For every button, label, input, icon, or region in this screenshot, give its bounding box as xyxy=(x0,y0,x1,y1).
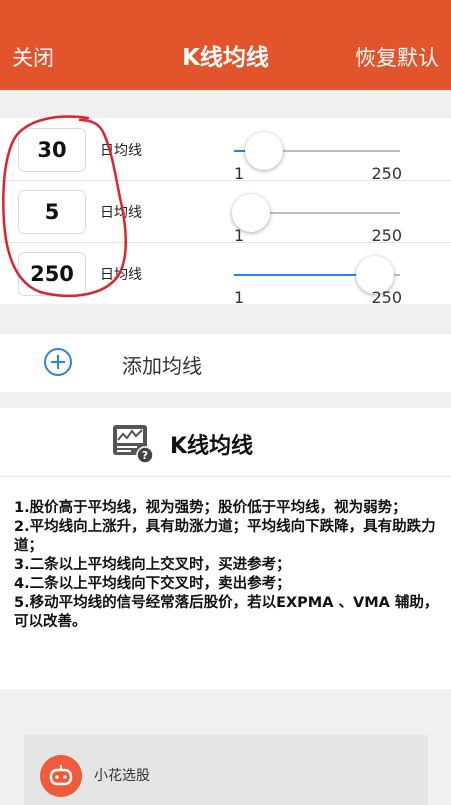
ma-slider[interactable]: 1 250 xyxy=(234,126,402,183)
ma-days-input[interactable]: 5 xyxy=(18,190,86,234)
info-header: ? K线均线 xyxy=(0,408,451,477)
moving-average-list: 30 日均线 1 250 5 日均线 1 250 250 日均线 1 250 xyxy=(0,118,451,307)
info-line: 2.平均线向上涨升，具有助涨力道；平均线向下跌降，具有助跌力道； xyxy=(14,519,436,554)
flower-robot-logo xyxy=(40,755,82,797)
promo-text: 小花选股 xyxy=(94,768,150,784)
info-line: 3.二条以上平均线向上交叉时，买进参考； xyxy=(14,557,291,573)
info-line: 1.股价高于平均线，视为强势；股价低于平均线，视为弱势； xyxy=(14,500,407,516)
info-line: 5.移动平均线的信号经常落后股价，若以EXPMA 、VMA 辅助，可以改善。 xyxy=(14,595,439,630)
slider-fill xyxy=(234,274,376,276)
plus-circle-icon xyxy=(44,348,72,376)
chart-help-icon: ? xyxy=(113,425,154,464)
info-title: K线均线 xyxy=(170,434,254,459)
slider-thumb[interactable] xyxy=(244,132,283,170)
reset-defaults-button[interactable]: 恢复默认 xyxy=(355,44,439,72)
ma-days-input[interactable]: 250 xyxy=(18,252,86,296)
ma-row: 250 日均线 1 250 xyxy=(0,242,451,307)
add-ma-label: 添加均线 xyxy=(122,354,202,378)
svg-text:?: ? xyxy=(142,449,148,462)
info-description: 1.股价高于平均线，视为强势；股价低于平均线，视为弱势； 2.平均线向上涨升，具… xyxy=(0,477,451,689)
ma-label: 日均线 xyxy=(100,205,142,221)
ma-slider[interactable]: 1 250 xyxy=(231,188,402,245)
slider-max-label: 250 xyxy=(371,288,402,307)
add-ma-button[interactable]: 添加均线 xyxy=(0,334,451,392)
ma-label: 日均线 xyxy=(100,267,142,283)
ma-row: 5 日均线 1 250 xyxy=(0,180,451,245)
ma-slider[interactable]: 1 250 xyxy=(234,250,402,307)
promo-banner[interactable]: 小花选股 xyxy=(24,735,428,805)
app-header: 关闭 K线均线 恢复默认 xyxy=(0,0,451,90)
ma-label: 日均线 xyxy=(100,143,142,159)
ma-row: 30 日均线 1 250 xyxy=(0,118,451,183)
info-line: 4.二条以上平均线向下交叉时，卖出参考； xyxy=(14,576,291,592)
ma-days-input[interactable]: 30 xyxy=(18,128,86,172)
slider-min-label: 1 xyxy=(234,288,245,307)
